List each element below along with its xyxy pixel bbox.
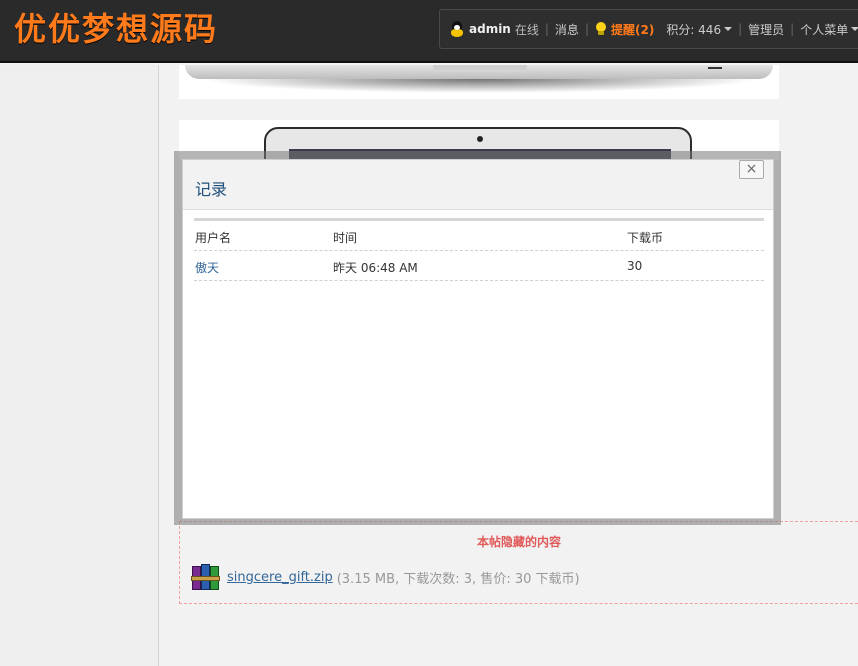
record-time: 昨天 06:48 AM (333, 261, 418, 275)
hidden-content-title: 本帖隐藏的内容 (476, 535, 561, 549)
separator: | (790, 22, 795, 36)
attachment-meta: (3.15 MB, 下载次数: 3, 售价: 30 下载币) (336, 571, 580, 587)
column-header-username: 用户名 (195, 231, 232, 245)
attachment-row: singcere_gift.zip (3.15 MB, 下载次数: 3, 售价:… (190, 562, 580, 592)
bulb-icon (595, 22, 607, 36)
column-header-coins: 下载币 (627, 231, 664, 245)
table-row: 傲天 昨天 06:48 AM 30 (194, 251, 764, 281)
caret-down-icon[interactable] (724, 27, 733, 31)
user-toolbar: admin 在线 | 消息 | 提醒(2) 积分: 446 | 管理员 | 个人… (439, 9, 858, 49)
username-link[interactable]: admin (469, 22, 511, 36)
left-sidebar (0, 65, 159, 666)
hidden-content-box: 本帖隐藏的内容 singcere_gift.zip (3.15 MB, 下载次数… (179, 521, 858, 604)
caret-down-icon[interactable] (851, 27, 858, 31)
online-status: 在线 (514, 22, 539, 37)
site-logo[interactable]: 优优梦想源码 (14, 9, 218, 49)
remind-link[interactable]: 提醒(2) (611, 21, 654, 38)
separator: | (584, 22, 589, 36)
separator: | (544, 22, 549, 36)
column-header-time: 时间 (333, 231, 358, 245)
close-icon[interactable]: × (739, 160, 764, 179)
personal-menu[interactable]: 个人菜单 (800, 21, 848, 38)
dialog-title: 记录 (195, 180, 228, 199)
messages-link[interactable]: 消息 (555, 21, 579, 38)
table-header-row: 用户名 时间 下载币 (194, 221, 764, 251)
record-user-link[interactable]: 傲天 (195, 259, 219, 276)
download-record-dialog: 记录 × 用户名 时间 下载币 傲天 昨天 06:48 AM 30 (182, 159, 774, 519)
qq-icon (450, 21, 464, 37)
top-navbar: 优优梦想源码 admin 在线 | 消息 | 提醒(2) 积分: 446 | 管… (0, 0, 858, 63)
rar-file-icon (190, 562, 222, 592)
admin-link[interactable]: 管理员 (748, 21, 784, 38)
record-table: 用户名 时间 下载币 傲天 昨天 06:48 AM 30 (194, 218, 764, 281)
dialog-header: 记录 × (183, 160, 773, 210)
attachment-link[interactable]: singcere_gift.zip (227, 570, 333, 585)
points-menu[interactable]: 积分: 446 (666, 21, 721, 38)
record-coins: 30 (627, 259, 643, 273)
separator: | (738, 22, 743, 36)
post-image-laptop-base (179, 65, 779, 99)
